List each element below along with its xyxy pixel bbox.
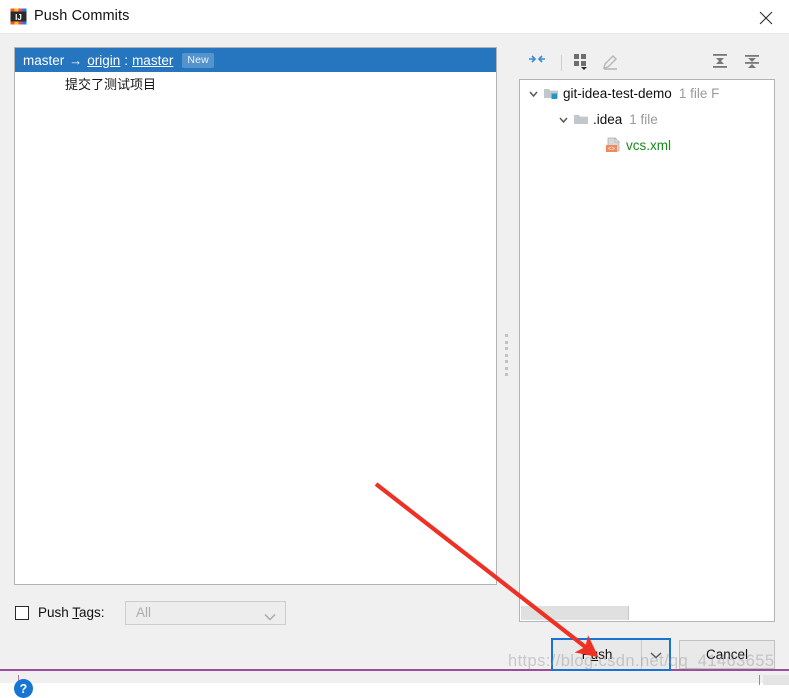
edit-source-icon[interactable] [601,51,626,75]
push-tags-label[interactable]: Push Tags: [38,605,105,620]
commit-list-item[interactable]: 提交了测试项目 [15,72,496,95]
toolbar-separator [561,55,562,71]
new-branch-badge: New [182,52,214,68]
changed-files-panel: git-idea-test-demo 1 file F .idea 1 file… [519,47,775,622]
commits-list[interactable]: master → origin : master New 提交了测试项目 [14,47,497,585]
tree-node-label: vcs.xml [626,137,671,153]
dialog-content: master → origin : master New 提交了测试项目 git… [0,34,789,698]
tree-horizontal-scrollbar[interactable] [521,606,774,620]
expand-all-icon[interactable] [709,51,734,75]
push-tags-row: Push Tags: [15,605,105,620]
collapse-diff-icon[interactable] [527,51,552,75]
tree-node-label: .idea [593,111,623,127]
tree-node-file[interactable]: <> vcs.xml [520,132,774,158]
help-icon[interactable]: ? [14,679,33,698]
tree-node-meta: 1 file F [678,85,720,101]
svg-text:<>: <> [608,147,616,153]
tree-node-folder[interactable]: .idea 1 file [520,106,774,132]
help-label: ? [19,681,28,696]
tree-node-label: git-idea-test-demo [563,85,672,101]
changed-files-tree[interactable]: git-idea-test-demo 1 file F .idea 1 file… [519,79,775,622]
push-tags-checkbox[interactable] [15,605,29,620]
chevron-down-icon[interactable] [526,86,540,100]
cancel-button[interactable]: Cancel [679,640,775,669]
tree-node-meta: 1 file [629,111,658,127]
tree-node-project[interactable]: git-idea-test-demo 1 file F [520,80,774,106]
splitter-grip-icon [505,334,509,376]
close-icon[interactable] [743,0,789,33]
group-by-icon[interactable] [571,51,596,75]
module-folder-icon [543,86,559,100]
background-window-tab [763,675,789,685]
tree-toolbar [519,47,775,79]
local-branch-label: master [23,52,65,68]
cancel-button-label: Cancel [705,647,749,662]
chevron-down-icon [264,610,276,624]
background-window-segment [18,675,760,685]
background-window-strip [0,669,789,685]
branch-separator: : [124,52,129,68]
folder-icon [573,112,589,126]
commit-message: 提交了测试项目 [65,78,157,93]
push-tags-select[interactable]: All [125,601,286,625]
push-commits-dialog: IJ Push Commits master → origin : master… [0,0,789,698]
remote-branch-link[interactable]: master [132,53,173,68]
remote-name-link[interactable]: origin [87,53,120,68]
push-button[interactable]: Pu sh [551,638,671,671]
svg-text:IJ: IJ [15,13,22,22]
push-tags-select-value: All [136,605,152,620]
panel-splitter[interactable] [500,47,513,585]
chevron-down-icon[interactable] [556,112,570,126]
commit-group-row[interactable]: master → origin : master New [15,48,496,72]
collapse-all-icon[interactable] [741,51,766,75]
scrollbar-thumb[interactable] [521,606,629,620]
dialog-title: Push Commits [34,8,130,24]
xml-file-icon: <> [605,137,622,153]
intellij-idea-icon: IJ [10,8,27,25]
chevron-down-icon[interactable] [642,640,669,669]
push-arrow-icon: → [69,52,83,68]
push-button-label[interactable]: Pu sh [553,640,642,669]
dialog-titlebar: IJ Push Commits [0,0,789,34]
